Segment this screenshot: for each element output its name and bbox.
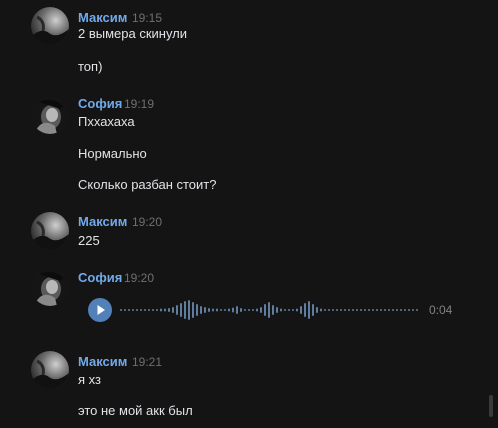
scrollbar[interactable] [489, 395, 493, 417]
avatar-sofia[interactable] [31, 96, 69, 134]
message-text: это не мой акк был [78, 403, 193, 418]
message-text: 225 [78, 233, 100, 248]
author-name[interactable]: Максим [78, 214, 127, 230]
voice-play-button[interactable] [88, 298, 112, 322]
avatar-sofia[interactable] [31, 268, 69, 306]
avatar-maksim[interactable] [31, 351, 69, 389]
chat-history: Максим 19:15 2 вымера скинули топ) София… [0, 0, 498, 428]
message-time[interactable]: 19:20 [132, 214, 162, 230]
message-text: топ) [78, 59, 103, 74]
voice-duration: 0:04 [429, 303, 453, 317]
message-text: я хз [78, 372, 101, 387]
author-name[interactable]: София [78, 270, 122, 286]
author-name[interactable]: София [78, 96, 122, 112]
author-name[interactable]: Максим [78, 354, 127, 370]
message-text: 2 вымера скинули [78, 26, 188, 41]
play-icon [97, 305, 105, 315]
avatar-maksim[interactable] [31, 212, 69, 250]
message-time[interactable]: 19:20 [124, 270, 154, 286]
author-name[interactable]: Максим [78, 10, 127, 26]
message-time[interactable]: 19:15 [132, 10, 162, 26]
message-text: Пххахаха [78, 114, 135, 129]
message-text: Сколько разбан стоит? [78, 177, 217, 192]
message-text: Нормально [78, 146, 147, 161]
voice-waveform[interactable] [120, 298, 420, 322]
avatar-maksim[interactable] [31, 7, 69, 45]
message-time[interactable]: 19:19 [124, 96, 154, 112]
message-time[interactable]: 19:21 [132, 354, 162, 370]
